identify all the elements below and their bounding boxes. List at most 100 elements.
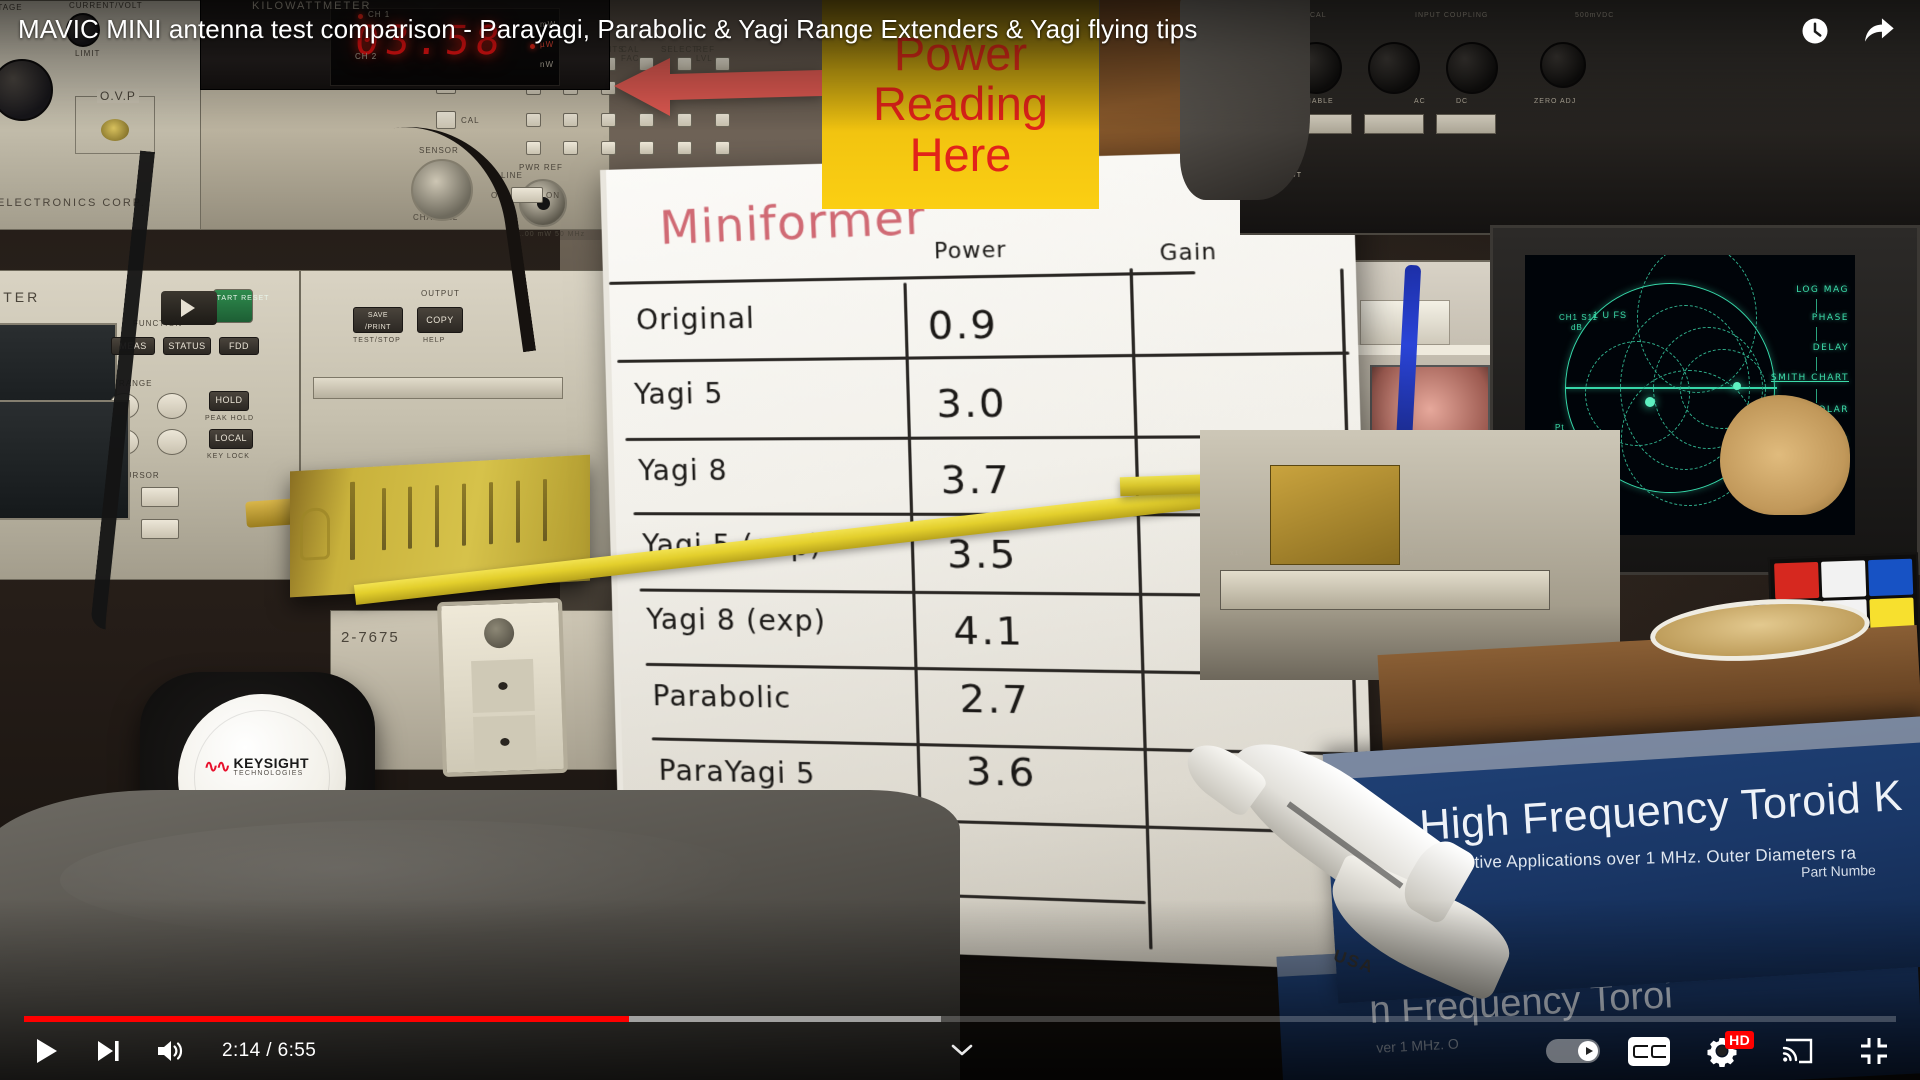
- analyzer-menu-tick: [1816, 299, 1817, 313]
- video-title: MAVIC MINI antenna test comparison - Par…: [18, 14, 1198, 44]
- analyzer-scale-label: 1 U FS: [1593, 310, 1628, 320]
- wall-power-outlet: [436, 597, 569, 778]
- status-button: STATUS: [163, 337, 211, 355]
- desk-reflection: [60, 820, 760, 940]
- smith-chart-marker: [1645, 397, 1655, 407]
- row-power-value: 4.1: [952, 607, 1025, 655]
- peak-hold-label: PEAK HOLD: [205, 415, 255, 422]
- antenna-element: [435, 485, 439, 548]
- keysight-waveform-icon: ∿∿: [204, 756, 230, 776]
- subtitles-button[interactable]: [1628, 1036, 1670, 1066]
- volume-icon: [158, 1041, 183, 1061]
- time-display: 2:14 / 6:55: [222, 1040, 317, 1061]
- test-stop-label: TEST/STOP: [353, 337, 401, 344]
- row-label: Yagi 8: [637, 453, 729, 488]
- start-reset-label: START RESET: [211, 295, 270, 302]
- toroid-box-part-label: Part Numbe: [1800, 861, 1877, 880]
- line-label: LINE: [501, 171, 523, 180]
- cast-button[interactable]: [1774, 1027, 1822, 1075]
- keypad-button: [526, 141, 541, 155]
- player-controls-right[interactable]: HD: [1546, 1027, 1898, 1075]
- analyzer-menu-phase[interactable]: PHASE: [1812, 313, 1849, 323]
- tester-title: TESTER: [0, 289, 41, 305]
- cube-sticker: [1868, 558, 1914, 596]
- rack-label-zero: ZERO ADJ: [1534, 98, 1577, 105]
- keypad-button: [563, 141, 578, 155]
- cast-icon: [1782, 1038, 1813, 1064]
- rack-knob: [1368, 42, 1420, 94]
- analyzer-menu-delay[interactable]: DELAY: [1813, 343, 1849, 353]
- analyzer-menu-tick: [1816, 357, 1817, 371]
- share-arrow-icon: [1865, 18, 1894, 42]
- next-video-button[interactable]: [84, 1027, 132, 1075]
- antenna-element: [462, 483, 466, 546]
- cube-sticker: [1821, 560, 1867, 598]
- analyzer-menu-log-mag[interactable]: LOG MAG: [1796, 285, 1849, 295]
- watch-later-button[interactable]: [1794, 10, 1836, 52]
- analyzer-menu-smith-chart[interactable]: SMITH CHART: [1771, 373, 1849, 383]
- row-power-value: 3.6: [965, 748, 1038, 796]
- exit-fullscreen-button[interactable]: [1850, 1027, 1898, 1075]
- cc-icon-right: [1650, 1044, 1666, 1058]
- instrument-name-label: KILOWATTMETER: [252, 0, 372, 12]
- hold-button: HOLD: [209, 391, 249, 411]
- mute-button[interactable]: [146, 1027, 194, 1075]
- annotation-arrow-icon: [614, 58, 822, 116]
- line-on-label: ON: [546, 191, 560, 200]
- play-button[interactable]: [22, 1027, 70, 1075]
- rack-slot: [1436, 114, 1496, 134]
- instrument-model-label: 2-7675: [341, 629, 400, 646]
- keypad-button: [639, 141, 654, 155]
- output-slot: [313, 377, 563, 399]
- outlet-socket: [473, 714, 537, 770]
- keysight-brand-name: KEYSIGHT: [233, 755, 310, 771]
- rack2-slot: [1220, 570, 1550, 610]
- psu-brand-label: UI ELECTRONICS CORP.: [0, 197, 146, 209]
- column-header-gain: Gain: [1159, 239, 1218, 266]
- rack-knob: [1540, 42, 1586, 88]
- autoplay-toggle[interactable]: [1546, 1039, 1600, 1063]
- player-controls-left[interactable]: 2:14 / 6:55: [22, 1027, 316, 1075]
- antenna-element: [382, 488, 386, 551]
- table-line: [609, 271, 1196, 285]
- player-controls-bar[interactable]: 2:14 / 6:55 HD: [0, 1022, 1920, 1080]
- outlet-lock: [483, 617, 515, 649]
- top-right-controls[interactable]: [1794, 10, 1900, 52]
- rack-label-dc: DC: [1456, 98, 1469, 105]
- keypad-button: [677, 141, 692, 155]
- cal-button: [436, 111, 456, 129]
- fdd-button: FDD: [219, 337, 259, 355]
- row-label: Parabolic: [652, 679, 792, 715]
- ch2-label: CH 2: [355, 52, 378, 61]
- rack-label-vdc: 500mVDC: [1575, 12, 1615, 19]
- rack-label-ac: AC: [1414, 98, 1426, 105]
- gold-enclosure: [1270, 465, 1400, 565]
- row-power-value: 3.5: [946, 531, 1019, 578]
- video-player[interactable]: VOLTAGE CURRENT/VOLT LIMIT O.V.P UI ELEC…: [0, 0, 1920, 1080]
- hw-play-icon: [181, 299, 195, 317]
- key-lock-label: KEY LOCK: [207, 453, 250, 460]
- cube-sticker: [1774, 561, 1820, 600]
- keypad-button: [563, 113, 578, 127]
- analyzer-menu-tick: [1816, 389, 1817, 403]
- row-power-value: 3.7: [939, 456, 1012, 503]
- settings-button[interactable]: HD: [1698, 1027, 1754, 1075]
- row-power-value: 0.9: [927, 301, 999, 349]
- rack-label-coupling: INPUT COUPLING: [1415, 12, 1489, 19]
- rack2-label: x10: [1230, 550, 1245, 557]
- table-line: [617, 351, 1350, 363]
- psu-voltage-label: VOLTAGE: [0, 3, 23, 12]
- antenna-element: [543, 479, 547, 542]
- gray-fixture: [1180, 0, 1310, 200]
- range-plus2-button: [157, 393, 187, 419]
- share-button[interactable]: [1858, 10, 1900, 52]
- autoplay-thumb-icon: [1578, 1041, 1598, 1061]
- pwr-ref-spec: 1.00 mW 50 MHz: [517, 231, 586, 238]
- antenna-element: [489, 482, 493, 545]
- row-label: Yagi 5: [633, 376, 725, 411]
- cursor-up-button: [141, 487, 179, 507]
- dog-figurine: [1720, 395, 1850, 515]
- antenna-element: [408, 486, 412, 549]
- keypad-button: [715, 141, 730, 155]
- psu-current-label: CURRENT/VOLT: [69, 1, 143, 10]
